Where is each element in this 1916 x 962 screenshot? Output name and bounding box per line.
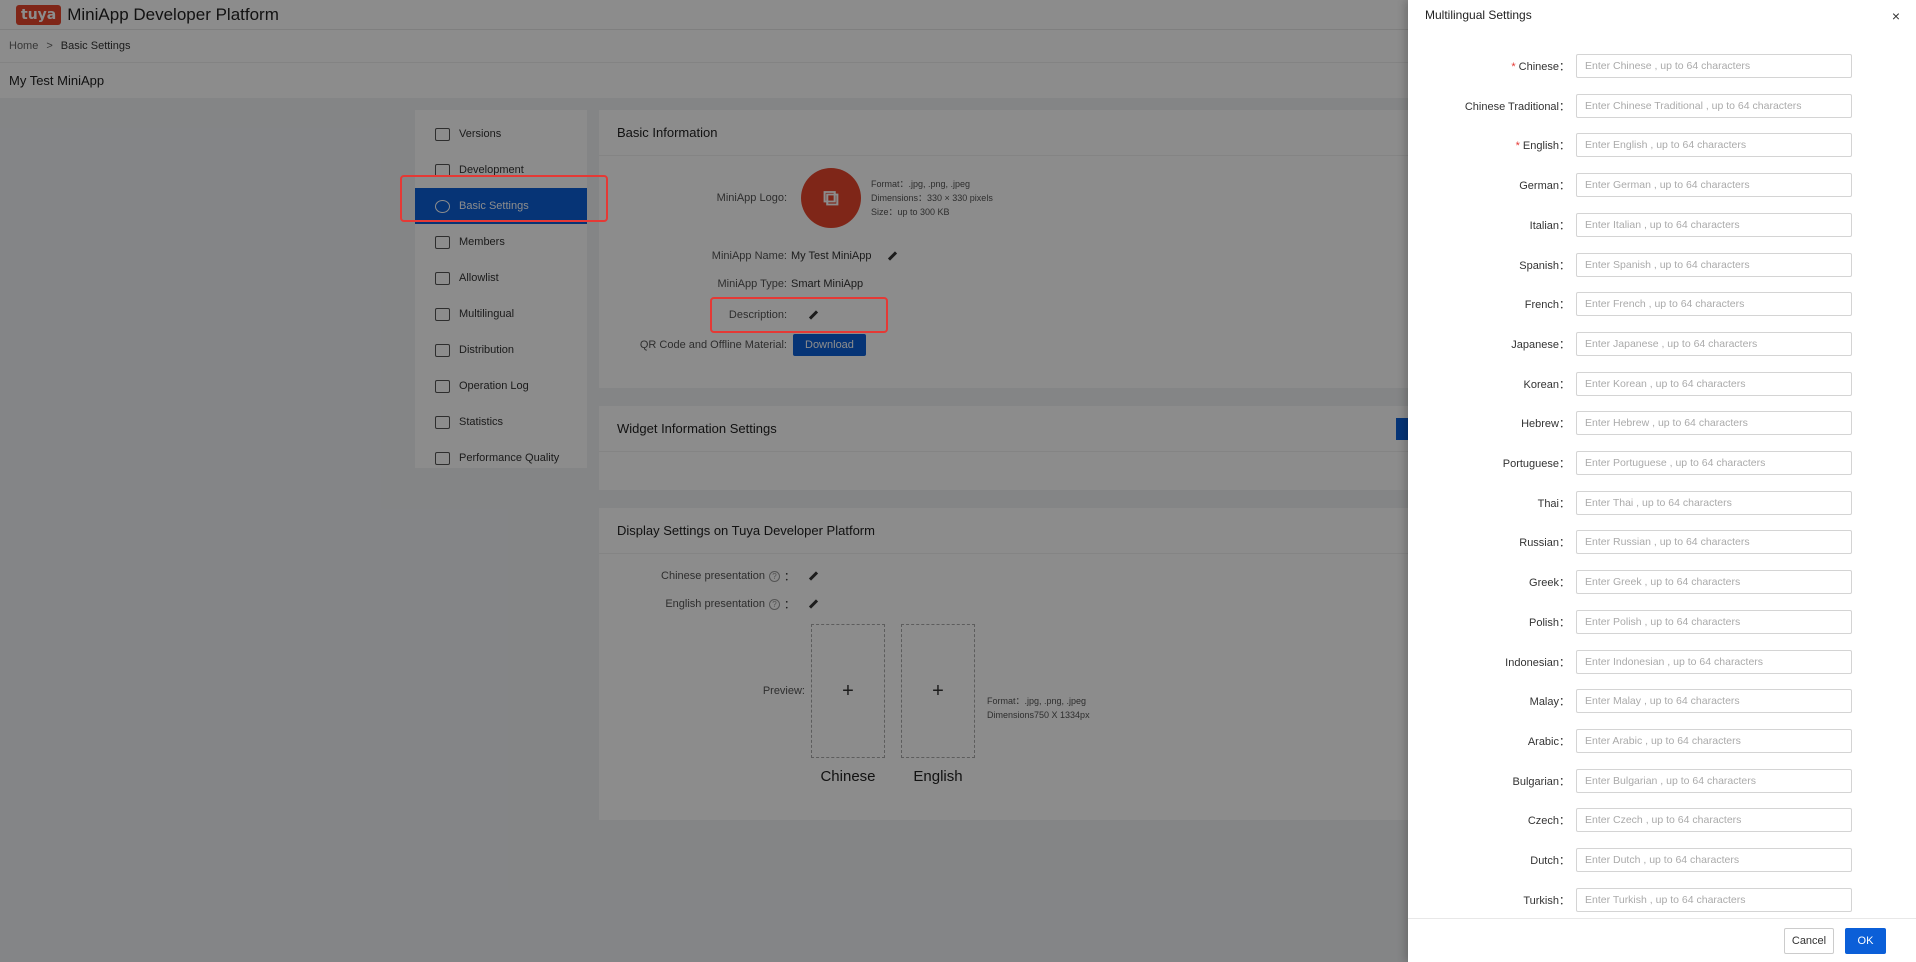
lang-input[interactable]: [1576, 848, 1852, 872]
lang-field-dutch: Dutch：: [1408, 848, 1916, 872]
field-label: * Chinese：: [1511, 61, 1570, 73]
field-label: Spanish：: [1519, 260, 1570, 272]
lang-input[interactable]: [1576, 173, 1852, 197]
lang-input[interactable]: [1576, 610, 1852, 634]
field-label: Bulgarian：: [1512, 776, 1570, 788]
field-label: Greek：: [1529, 577, 1570, 589]
lang-field-indonesian: Indonesian：: [1408, 650, 1916, 674]
field-label: Chinese Traditional：: [1464, 101, 1570, 113]
field-label: Hebrew：: [1521, 418, 1570, 430]
lang-field-italian: Italian：: [1408, 213, 1916, 237]
lang-input[interactable]: [1576, 253, 1852, 277]
field-label: * English：: [1515, 140, 1570, 152]
lang-field-chinese-traditional: Chinese Traditional：: [1408, 94, 1916, 118]
lang-input[interactable]: [1576, 769, 1852, 793]
lang-field-spanish: Spanish：: [1408, 253, 1916, 277]
field-label: Portuguese：: [1502, 458, 1570, 470]
lang-field-russian: Russian：: [1408, 530, 1916, 554]
lang-field-portuguese: Portuguese：: [1408, 451, 1916, 475]
lang-field-greek: Greek：: [1408, 570, 1916, 594]
lang-field-polish: Polish：: [1408, 610, 1916, 634]
field-label: French：: [1524, 299, 1570, 311]
multilingual-settings-drawer: Multilingual Settings × *Chinese： Chinese…: [1408, 0, 1916, 962]
lang-field-czech: Czech：: [1408, 808, 1916, 832]
lang-input[interactable]: [1576, 451, 1852, 475]
lang-field-hebrew: Hebrew：: [1408, 411, 1916, 435]
lang-input[interactable]: [1576, 650, 1852, 674]
field-label: Thai：: [1537, 498, 1570, 510]
drawer-footer: Cancel OK: [1408, 918, 1916, 962]
field-label: Korean：: [1523, 379, 1570, 391]
field-label: Indonesian：: [1505, 657, 1570, 669]
lang-field-korean: Korean：: [1408, 372, 1916, 396]
lang-field-turkish: Turkish：: [1408, 888, 1916, 912]
field-label: Japanese：: [1511, 339, 1570, 351]
lang-input[interactable]: [1576, 332, 1852, 356]
field-label: German：: [1519, 180, 1570, 192]
lang-input[interactable]: [1576, 133, 1852, 157]
cancel-button[interactable]: Cancel: [1784, 928, 1834, 954]
lang-input[interactable]: [1576, 888, 1852, 912]
required-marker: *: [1511, 61, 1516, 73]
lang-field-english: * English：: [1408, 133, 1916, 157]
lang-field-german: German：: [1408, 173, 1916, 197]
lang-field-chinese: * Chinese：: [1408, 54, 1916, 78]
lang-field-bulgarian: Bulgarian：: [1408, 769, 1916, 793]
lang-input[interactable]: [1576, 729, 1852, 753]
close-icon[interactable]: ×: [1892, 8, 1900, 24]
lang-field-malay: Malay：: [1408, 689, 1916, 713]
field-label: Malay：: [1529, 696, 1570, 708]
lang-input[interactable]: [1576, 689, 1852, 713]
lang-input[interactable]: [1576, 372, 1852, 396]
field-label: Russian：: [1519, 537, 1570, 549]
ok-button[interactable]: OK: [1845, 928, 1886, 954]
lang-input[interactable]: [1576, 213, 1852, 237]
lang-input[interactable]: [1576, 411, 1852, 435]
lang-input[interactable]: [1576, 808, 1852, 832]
highlight-description: [710, 297, 888, 333]
lang-input[interactable]: [1576, 491, 1852, 515]
lang-field-japanese: Japanese：: [1408, 332, 1916, 356]
lang-field-thai: Thai：: [1408, 491, 1916, 515]
lang-input[interactable]: [1576, 570, 1852, 594]
lang-input[interactable]: [1576, 94, 1852, 118]
lang-input[interactable]: [1576, 54, 1852, 78]
required-marker: *: [1515, 140, 1520, 152]
field-label: Polish：: [1529, 617, 1570, 629]
lang-field-french: French：: [1408, 292, 1916, 316]
lang-input[interactable]: [1576, 530, 1852, 554]
field-label: Arabic：: [1527, 736, 1570, 748]
field-label: Italian：: [1529, 220, 1570, 232]
drawer-title: Multilingual Settings: [1425, 8, 1532, 22]
modal-overlay[interactable]: [0, 0, 1408, 962]
highlight-basic-settings: [400, 175, 608, 222]
field-label: Dutch：: [1530, 855, 1570, 867]
lang-field-arabic: Arabic：: [1408, 729, 1916, 753]
lang-input[interactable]: [1576, 292, 1852, 316]
field-label: Czech：: [1527, 815, 1570, 827]
field-label: Turkish：: [1523, 895, 1570, 907]
